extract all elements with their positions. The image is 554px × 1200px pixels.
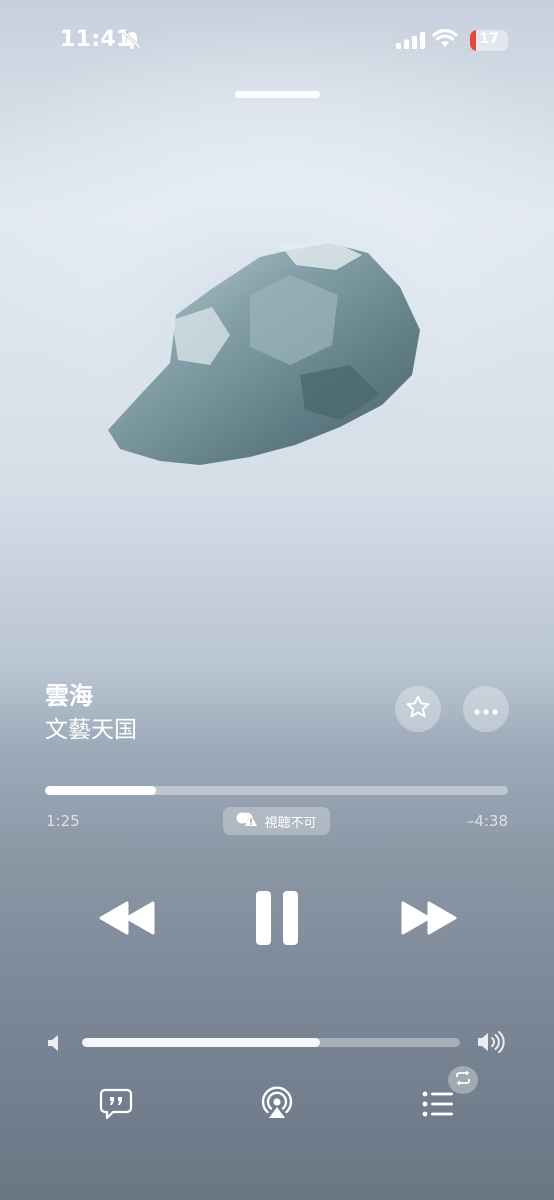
sheet-grabber[interactable] — [235, 91, 320, 98]
status-time: 11:41 — [60, 27, 132, 52]
battery-icon: 17 — [470, 30, 508, 51]
badge-label: 視聴不可 — [264, 815, 317, 831]
rewind-icon — [97, 900, 157, 940]
repeat-indicator — [448, 1066, 478, 1094]
volume-high-icon — [476, 1030, 506, 1058]
rewind-button[interactable] — [94, 898, 160, 942]
playback-progress-slider[interactable] — [45, 786, 508, 795]
remaining-time: –4:38 — [466, 812, 508, 830]
fast-forward-button[interactable] — [396, 898, 462, 942]
elapsed-time: 1:25 — [46, 812, 80, 830]
volume-low-icon — [46, 1034, 64, 1056]
volume-fill — [82, 1038, 321, 1047]
lossless-warning-icon — [236, 811, 258, 831]
volume-slider[interactable] — [82, 1038, 460, 1047]
ellipsis-icon — [474, 700, 498, 719]
lyrics-button[interactable] — [96, 1086, 136, 1126]
pause-button[interactable] — [252, 890, 302, 950]
signal-icon — [396, 32, 426, 53]
airplay-button[interactable] — [256, 1084, 298, 1126]
favorite-button[interactable] — [395, 686, 441, 732]
repeat-icon — [454, 1070, 472, 1090]
star-icon — [405, 694, 431, 724]
battery-level: 17 — [479, 31, 499, 47]
status-bar: 11:41 17 — [0, 0, 554, 80]
track-title: 雲海 — [45, 682, 93, 710]
more-options-button[interactable] — [463, 686, 509, 732]
track-artist[interactable]: 文藝天国 — [45, 710, 137, 744]
preview-unavailable-badge: 視聴不可 — [223, 807, 330, 835]
list-icon — [421, 1090, 455, 1122]
playback-progress-fill — [45, 786, 157, 795]
wifi-icon — [432, 29, 458, 53]
album-artwork-background — [0, 0, 554, 1200]
fast-forward-icon — [399, 900, 459, 940]
queue-button[interactable] — [418, 1086, 458, 1126]
album-artwork-crystal — [100, 235, 430, 475]
lyrics-icon — [99, 1088, 133, 1124]
airplay-icon — [259, 1085, 295, 1125]
pause-icon — [254, 889, 300, 951]
bell-slash-icon — [122, 30, 142, 54]
